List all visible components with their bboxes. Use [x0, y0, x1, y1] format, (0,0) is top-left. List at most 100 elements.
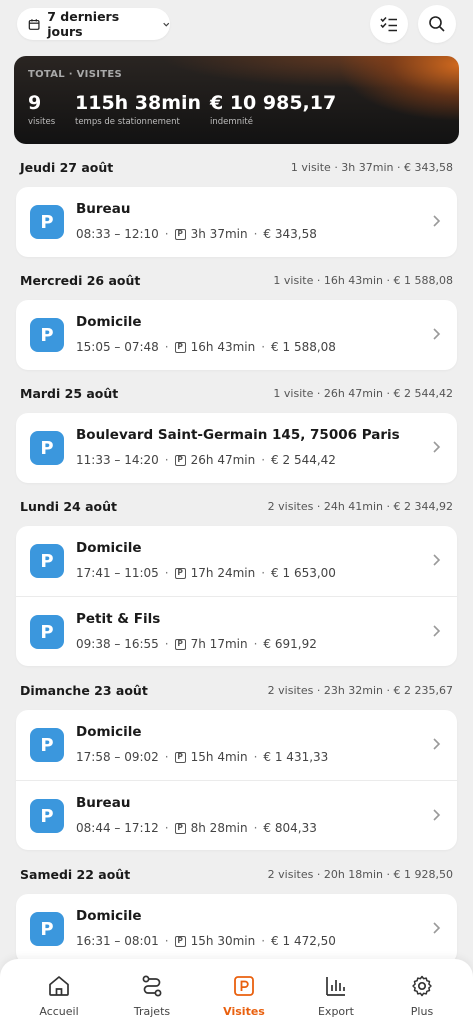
visit-duration: 17h 24min [190, 566, 256, 580]
visit-time: 09:38 – 16:55 [76, 637, 159, 651]
home-icon [49, 976, 69, 996]
checklist-icon [380, 16, 397, 32]
chevron-right-icon [433, 554, 441, 566]
visit-amount: € 1 588,08 [271, 340, 336, 354]
separator: · [164, 934, 169, 948]
visit-time: 17:58 – 09:02 [76, 750, 159, 764]
nav-item-visites[interactable]: Visites [204, 973, 284, 1021]
parking-small-icon: P [174, 935, 186, 947]
visit-amount: € 1 431,33 [263, 750, 329, 764]
visit-row[interactable]: P Domicile 17:41 – 11:05 · P 17h 24min ·… [16, 526, 457, 596]
visit-row[interactable]: P Petit & Fils 09:38 – 16:55 · P 7h 17mi… [16, 596, 457, 666]
day-label: Lundi 24 août [20, 499, 117, 514]
parking-icon: P [30, 205, 64, 239]
stat-amount-value: € 10 985,17 [210, 92, 337, 114]
visit-amount: € 691,92 [263, 637, 317, 651]
chevron-right-icon [433, 922, 441, 934]
chevron-right-icon [433, 625, 441, 637]
visit-card: P Boulevard Saint-Germain 145, 75006 Par… [16, 413, 457, 483]
separator: · [253, 750, 258, 764]
date-range-label: 7 derniers jours [47, 9, 120, 39]
visit-meta: 15:05 – 07:48 · P 16h 43min · € 1 588,08 [76, 340, 336, 354]
search-icon [429, 16, 445, 32]
visit-duration: 3h 37min [190, 227, 248, 241]
chevron-right-icon [433, 809, 441, 821]
visit-amount: € 343,58 [263, 227, 317, 241]
day-label: Mardi 25 août [20, 386, 119, 401]
stat-amount: € 10 985,17 indemnité [210, 90, 336, 128]
visit-row[interactable]: P Boulevard Saint-Germain 145, 75006 Par… [16, 413, 457, 483]
stat-visits-value: 9 [28, 92, 42, 114]
nav-item-accueil[interactable]: Accueil [19, 973, 99, 1021]
stat-duration-unit: temps de stationnement [75, 117, 180, 127]
visit-title: Domicile [76, 908, 142, 924]
visit-time: 16:31 – 08:01 [76, 934, 159, 948]
nav-item-plus[interactable]: Plus [382, 973, 462, 1021]
filter-button[interactable] [370, 5, 408, 43]
parking-icon: P [30, 544, 64, 578]
visit-card: P Domicile 15:05 – 07:48 · P 16h 43min ·… [16, 300, 457, 370]
chevron-right-icon [433, 441, 441, 453]
separator: · [253, 821, 258, 835]
visit-duration: 26h 47min [190, 453, 256, 467]
bottom-nav: Accueil Trajets Visites Export Plus [0, 959, 473, 1024]
separator: · [261, 453, 266, 467]
stat-visits: 9 visites [28, 90, 55, 128]
nav-label: Plus [410, 1005, 434, 1018]
parking-icon: P [30, 912, 64, 946]
parking-icon: P [30, 728, 64, 762]
parking-icon: P [30, 318, 64, 352]
day-summary: 1 visite · 3h 37min · € 343,58 [290, 161, 453, 174]
date-range-selector[interactable]: 7 derniers jours [17, 8, 170, 40]
calendar-icon [28, 18, 40, 30]
day-summary: 2 visites · 24h 41min · € 2 344,92 [267, 500, 453, 513]
visit-duration: 8h 28min [190, 821, 248, 835]
chevron-right-icon [433, 738, 441, 750]
visit-duration: 15h 4min [190, 750, 248, 764]
visit-time: 17:41 – 11:05 [76, 566, 159, 580]
visit-card: P Domicile 16:31 – 08:01 · P 15h 30min ·… [16, 894, 457, 964]
parking-icon: P [30, 431, 64, 465]
day-summary: 1 visite · 26h 47min · € 2 544,42 [273, 387, 453, 400]
parking-small-icon: P [174, 638, 186, 650]
visit-row[interactable]: P Domicile 15:05 – 07:48 · P 16h 43min ·… [16, 300, 457, 370]
nav-label: Accueil [39, 1005, 79, 1018]
visit-row[interactable]: P Domicile 17:58 – 09:02 · P 15h 4min · … [16, 710, 457, 780]
visit-amount: € 2 544,42 [271, 453, 336, 467]
parking-icon: P [30, 799, 64, 833]
nav-item-export[interactable]: Export [296, 973, 376, 1021]
day-header: Mardi 25 août 1 visite · 26h 47min · € 2… [0, 386, 473, 406]
stat-amount-unit: indemnité [210, 117, 253, 127]
day-header: Dimanche 23 août 2 visites · 23h 32min ·… [0, 683, 473, 703]
separator: · [261, 340, 266, 354]
separator: · [164, 340, 169, 354]
parking-small-icon: P [174, 751, 186, 763]
visit-title: Domicile [76, 540, 142, 556]
day-header: Mercredi 26 août 1 visite · 16h 43min · … [0, 273, 473, 293]
visit-meta: 16:31 – 08:01 · P 15h 30min · € 1 472,50 [76, 934, 336, 948]
chevron-right-icon [433, 215, 441, 227]
search-button[interactable] [418, 5, 456, 43]
visit-row[interactable]: P Domicile 16:31 – 08:01 · P 15h 30min ·… [16, 894, 457, 964]
visit-row[interactable]: P Bureau 08:44 – 17:12 · P 8h 28min · € … [16, 780, 457, 850]
visit-time: 15:05 – 07:48 [76, 340, 159, 354]
visit-title: Boulevard Saint-Germain 145, 75006 Paris [76, 427, 400, 443]
parking-icon: P [30, 615, 64, 649]
stat-visits-unit: visites [28, 117, 56, 127]
chevron-down-icon [162, 22, 169, 27]
day-summary: 1 visite · 16h 43min · € 1 588,08 [273, 274, 453, 287]
visit-title: Bureau [76, 201, 131, 217]
visit-title: Domicile [76, 724, 142, 740]
visit-card: P Bureau 08:33 – 12:10 · P 3h 37min · € … [16, 187, 457, 257]
day-header: Lundi 24 août 2 visites · 24h 41min · € … [0, 499, 473, 519]
stat-duration: 115h 38min temps de stationnement [75, 90, 201, 128]
visit-row[interactable]: P Bureau 08:33 – 12:10 · P 3h 37min · € … [16, 187, 457, 257]
visit-duration: 15h 30min [190, 934, 256, 948]
visit-duration: 16h 43min [190, 340, 256, 354]
parking-small-icon: P [174, 454, 186, 466]
separator: · [261, 934, 266, 948]
parking-icon [234, 976, 254, 996]
separator: · [164, 227, 169, 241]
separator: · [253, 637, 258, 651]
nav-item-trajets[interactable]: Trajets [112, 973, 192, 1021]
